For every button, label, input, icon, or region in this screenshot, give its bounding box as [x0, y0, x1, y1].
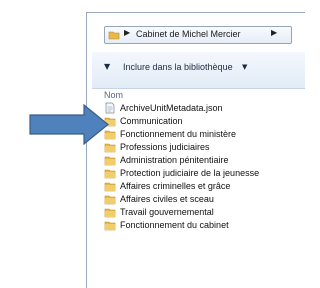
list-item-folder[interactable]: Communication [104, 114, 304, 127]
folder-name: Professions judiciaires [120, 141, 210, 152]
dropdown-arrow-icon[interactable]: ▼ [242, 63, 247, 71]
folder-name: Fonctionnement du cabinet [120, 219, 229, 230]
list-item-folder[interactable]: Protection judiciaire de la jeunesse [104, 166, 304, 179]
folder-name: Affaires criminelles et grâce [120, 180, 231, 191]
chevron-down-icon[interactable]: ▼ [104, 62, 110, 71]
folder-icon [108, 31, 120, 40]
list-item-folder[interactable]: Administration pénitentiaire [104, 153, 304, 166]
folder-name: Protection judiciaire de la jeunesse [120, 167, 260, 178]
list-item-folder[interactable]: Fonctionnement du ministère [104, 127, 304, 140]
folder-icon [104, 195, 116, 204]
breadcrumb-path[interactable]: Cabinet de Michel Mercier [136, 29, 241, 39]
include-in-library-button[interactable]: Inclure dans la bibliothèque [123, 62, 233, 72]
pointer-arrow-icon [29, 104, 109, 145]
folder-name: Travail gouvernemental [120, 206, 214, 217]
folder-icon [104, 169, 116, 178]
list-item-folder[interactable]: Affaires criminelles et grâce [104, 179, 304, 192]
list-item-folder[interactable]: Fonctionnement du cabinet [104, 218, 304, 231]
list-item-folder[interactable]: Professions judiciaires [104, 140, 304, 153]
folder-icon [104, 208, 116, 217]
folder-icon [104, 221, 116, 230]
file-list: ArchiveUnitMetadata.json Communication F… [104, 101, 304, 231]
folder-name: Affaires civiles et sceau [120, 193, 214, 204]
folder-name: Administration pénitentiaire [120, 154, 229, 165]
folder-icon [104, 182, 116, 191]
file-name: ArchiveUnitMetadata.json [120, 102, 223, 113]
folder-name: Fonctionnement du ministère [120, 128, 237, 139]
list-item-folder[interactable]: Travail gouvernemental [104, 205, 304, 218]
column-header-name[interactable]: Nom [104, 90, 123, 100]
toolbar: ▼ Inclure dans la bibliothèque ▼ [92, 52, 305, 89]
breadcrumb-chevron-icon[interactable]: ▶ [271, 28, 277, 37]
list-item-json[interactable]: ArchiveUnitMetadata.json [104, 101, 304, 114]
list-item-folder[interactable]: Affaires civiles et sceau [104, 192, 304, 205]
address-bar[interactable]: ▶ Cabinet de Michel Mercier ▶ [104, 26, 292, 44]
breadcrumb-chevron-icon[interactable]: ▶ [124, 28, 130, 37]
folder-name: Communication [120, 115, 183, 126]
folder-icon [104, 156, 116, 165]
